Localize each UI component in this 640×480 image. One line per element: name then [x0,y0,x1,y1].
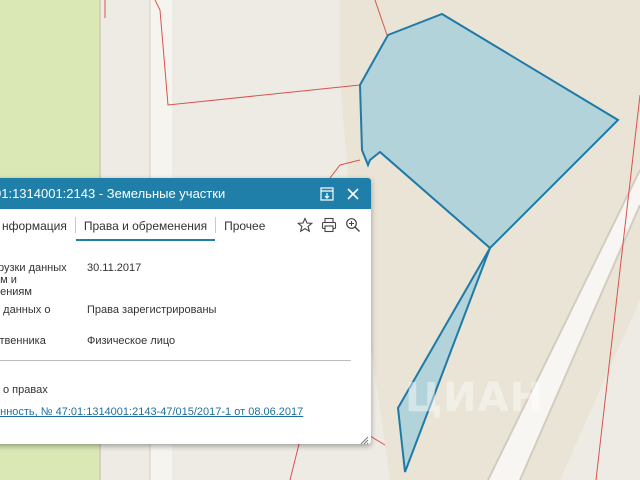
field-value-load-date: 30.11.2017 [87,262,142,274]
section-divider [0,360,351,361]
download-icon[interactable] [319,186,335,202]
field-value-owner-type: Физическое лицо [87,335,176,347]
watermark-logo: ЦИАН [405,375,545,421]
print-icon[interactable] [321,217,337,233]
tab-other[interactable]: Прочее [216,219,273,241]
popup-title: 01:1314001:2143 - Земельные участки [0,186,226,201]
field-value-rights-status: Права зарегистрированы [87,304,217,316]
field-label-rights-status: е данных о [0,304,51,316]
popup-tabs: нформация Права и обременения Прочее [0,209,371,242]
rights-record-link[interactable]: енность, № 47:01:1314001:2143-47/015/201… [0,406,303,418]
parcel-info-popup: 01:1314001:2143 - Земельные участки нфор… [0,178,371,444]
close-icon[interactable] [345,186,361,202]
rights-heading: я о правах [0,384,48,396]
resize-handle[interactable] [359,432,369,444]
popup-header: 01:1314001:2143 - Земельные участки [0,178,371,209]
tab-information[interactable]: нформация [0,219,75,241]
star-icon[interactable] [296,217,314,233]
field-label-load-date: грузки данных ам и нениям [0,262,67,298]
field-label-owner-type: ственника [0,335,46,347]
tab-rights[interactable]: Права и обременения [75,219,216,241]
zoom-in-icon[interactable] [345,217,361,233]
